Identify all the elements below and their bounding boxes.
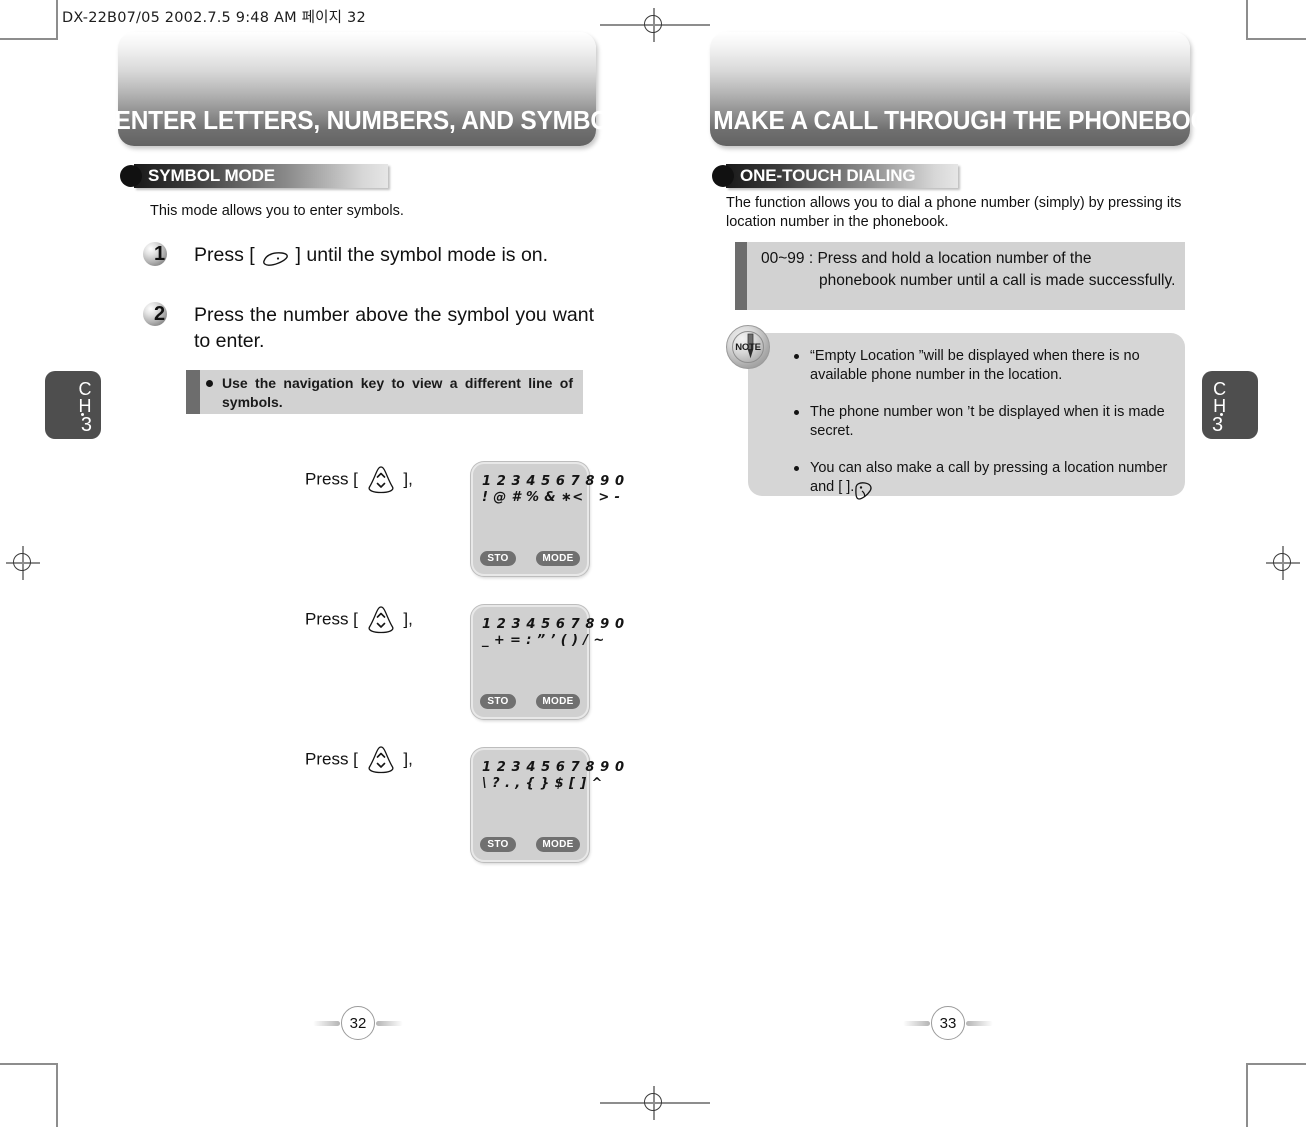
chapter-tab-left-number: 3 bbox=[80, 414, 92, 436]
step-2-number: 2 bbox=[154, 303, 166, 325]
page-number-left-value: 32 bbox=[341, 1006, 375, 1040]
note-bullet-icon bbox=[794, 409, 799, 415]
left-page-banner-title: TO ENTER LETTERS, NUMBERS, AND SYMBOLS bbox=[74, 107, 640, 135]
crop-line-right-top-horizontal bbox=[1247, 38, 1306, 40]
tip-bullet-icon bbox=[206, 380, 213, 387]
page-number-left: 32 bbox=[313, 1006, 403, 1040]
display-1-softkey-sto[interactable]: STO bbox=[480, 551, 516, 566]
display-3-line-2: \ ? . , { } $ [ ] ^ bbox=[482, 776, 603, 791]
step-1-text-before: Press [ bbox=[194, 244, 255, 266]
step-1-text: Press [ ] until the symbol mode is on. bbox=[194, 242, 599, 268]
section-label: SYMBOL MODE bbox=[148, 166, 276, 185]
press-label-2-before: Press [ bbox=[305, 609, 358, 629]
display-2-line-2: _ + = : ” ’ ( ) / ~ bbox=[482, 633, 605, 648]
display-3-line-1: 1 2 3 4 5 6 7 8 9 0 bbox=[482, 760, 625, 775]
step-2-bullet: 2 bbox=[143, 300, 177, 328]
note-item: “Empty Location ”will be displayed when … bbox=[794, 347, 1171, 386]
note-badge: NOTE bbox=[726, 325, 770, 369]
print-slug: DX-22B07/05 2002.7.5 9:48 AM 페이지 32 bbox=[62, 10, 366, 26]
note-item-text: The phone number won ’t be displayed whe… bbox=[810, 403, 1165, 440]
press-label-3-after: ], bbox=[403, 749, 413, 769]
note-list: “Empty Location ”will be displayed when … bbox=[794, 347, 1171, 501]
display-2-softkey-mode[interactable]: MODE bbox=[536, 694, 580, 709]
crop-line-left-bottom-vertical bbox=[56, 1063, 58, 1127]
note-item: You can also make a call by pressing a l… bbox=[794, 459, 1171, 501]
range-note-rest: phonebook number until a call is made su… bbox=[819, 272, 1176, 289]
navigation-key-icon bbox=[363, 464, 399, 496]
section-bar-symbol-mode: SYMBOL MODE bbox=[120, 164, 388, 188]
step-1-text-after: ] until the symbol mode is on. bbox=[295, 244, 549, 266]
press-label-3-before: Press [ bbox=[305, 749, 358, 769]
registration-mark-left bbox=[6, 546, 40, 580]
section-bullet-icon bbox=[120, 165, 142, 187]
note-item-text: “Empty Location ”will be displayed when … bbox=[810, 348, 1140, 384]
send-key-icon bbox=[853, 481, 875, 501]
step-1-number: 1 bbox=[154, 243, 166, 265]
one-touch-intro: The function allows you to dial a phone … bbox=[726, 195, 1182, 231]
crop-line-left-top-vertical bbox=[56, 0, 58, 40]
display-3-softkey-mode[interactable]: MODE bbox=[536, 837, 580, 852]
chapter-tab-left-letters: CH bbox=[75, 379, 95, 413]
chapter-tab-right-letters: CH bbox=[1209, 379, 1230, 413]
navigation-tip-strip: Use the navigation key to view a differe… bbox=[186, 370, 583, 414]
range-note-accent bbox=[735, 242, 747, 310]
registration-mark-bottom bbox=[637, 1086, 671, 1120]
step-1-bullet: 1 bbox=[143, 240, 177, 268]
phone-display-1: 1 2 3 4 5 6 7 8 9 0 ! @ # % & ∗< > - STO… bbox=[471, 462, 624, 576]
crop-line-right-bottom-vertical bbox=[1246, 1063, 1248, 1127]
crop-line-right-bottom-horizontal bbox=[1247, 1063, 1306, 1065]
step-2-text: Press the number above the symbol you wa… bbox=[194, 304, 594, 353]
crop-line-right-top-vertical bbox=[1246, 0, 1248, 40]
right-page-banner-title: TO MAKE A CALL THROUGH THE PHONEBOOK bbox=[673, 107, 1227, 135]
display-3-softkey-sto[interactable]: STO bbox=[480, 837, 516, 852]
note-box: “Empty Location ”will be displayed when … bbox=[748, 333, 1185, 501]
range-note-text: 00~99 : Press and hold a location number… bbox=[761, 248, 1177, 292]
press-label-1: Press [ ], bbox=[305, 464, 413, 496]
display-1-softkey-mode[interactable]: MODE bbox=[536, 551, 580, 566]
tip-strip-accent bbox=[186, 370, 200, 414]
display-1-line-2: ! @ # % & ∗< > - bbox=[482, 490, 621, 505]
navigation-key-icon bbox=[363, 604, 399, 636]
note-item: The phone number won ’t be displayed whe… bbox=[794, 403, 1171, 442]
chapter-tab-left-letters-text: CH bbox=[75, 379, 95, 413]
navigation-key-icon bbox=[363, 744, 399, 776]
phone-display-3: 1 2 3 4 5 6 7 8 9 0 \ ? . , { } $ [ ] ^ … bbox=[471, 748, 624, 862]
chapter-tab-right-number: 3 bbox=[1212, 414, 1224, 436]
note-badge-label: NOTE bbox=[735, 341, 761, 353]
range-note-lead: 00~99 : Press and hold a location number… bbox=[761, 250, 1092, 267]
display-2-softkey-sto[interactable]: STO bbox=[480, 694, 516, 709]
display-1-line-1: 1 2 3 4 5 6 7 8 9 0 bbox=[482, 474, 625, 489]
press-label-1-before: Press [ bbox=[305, 469, 358, 489]
note-bullet-icon bbox=[794, 465, 799, 471]
page-number-right-value: 33 bbox=[931, 1006, 965, 1040]
section-label: ONE-TOUCH DIALING bbox=[740, 166, 916, 185]
mode-key-icon bbox=[260, 248, 290, 266]
registration-mark-top bbox=[637, 8, 671, 42]
phone-display-2: 1 2 3 4 5 6 7 8 9 0 _ + = : ” ’ ( ) / ~ … bbox=[471, 605, 624, 719]
left-page-banner: TO ENTER LETTERS, NUMBERS, AND SYMBOLS bbox=[74, 32, 640, 146]
section-bullet-icon bbox=[712, 165, 734, 187]
crop-line-left-top-horizontal bbox=[0, 38, 56, 40]
navigation-tip-text: Use the navigation key to view a differe… bbox=[222, 375, 573, 411]
note-bullet-icon bbox=[794, 354, 799, 359]
crop-line-left-bottom-horizontal bbox=[0, 1063, 56, 1065]
right-page-banner: TO MAKE A CALL THROUGH THE PHONEBOOK bbox=[673, 32, 1227, 146]
chapter-tab-left: CH 3 bbox=[45, 371, 101, 439]
chapter-tab-right: CH 3 bbox=[1202, 371, 1258, 439]
page-number-right: 33 bbox=[903, 1006, 993, 1040]
press-label-3: Press [ ], bbox=[305, 744, 413, 776]
chapter-tab-right-letters-text: CH bbox=[1209, 379, 1230, 413]
symbol-mode-intro: This mode allows you to enter symbols. bbox=[150, 203, 404, 219]
press-label-2-after: ], bbox=[403, 609, 413, 629]
range-note-strip: 00~99 : Press and hold a location number… bbox=[735, 242, 1185, 310]
section-bar-one-touch-dialing: ONE-TOUCH DIALING bbox=[712, 164, 958, 188]
display-2-line-1: 1 2 3 4 5 6 7 8 9 0 bbox=[482, 617, 625, 632]
press-label-2: Press [ ], bbox=[305, 604, 413, 636]
registration-mark-right bbox=[1266, 546, 1300, 580]
press-label-1-after: ], bbox=[403, 469, 413, 489]
